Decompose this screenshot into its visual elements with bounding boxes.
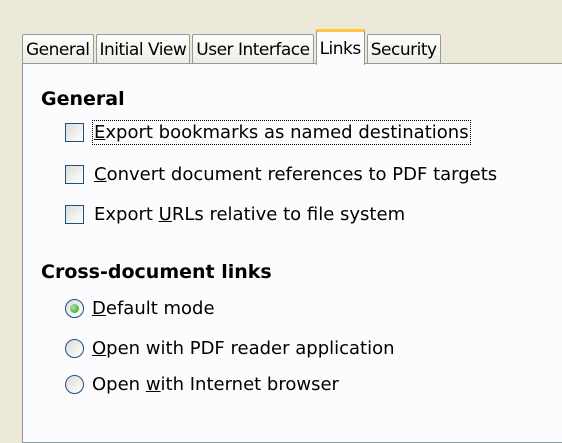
tab-security[interactable]: Security <box>366 34 441 64</box>
export-urls-relative-label: Export URLs relative to file system <box>94 204 406 225</box>
tab-general[interactable]: General <box>22 34 94 64</box>
default-mode-option[interactable]: Default mode <box>65 298 215 319</box>
open-pdf-reader-radio[interactable] <box>65 339 84 358</box>
open-internet-browser-radio[interactable] <box>65 375 84 394</box>
open-pdf-reader-label: Open with PDF reader application <box>92 338 395 359</box>
tab-initial-view[interactable]: Initial View <box>95 34 191 64</box>
export-bookmarks-checkbox[interactable] <box>65 123 84 142</box>
links-tab-panel: General Export bookmarks as named destin… <box>22 63 562 443</box>
export-urls-relative-option[interactable]: Export URLs relative to file system <box>65 204 405 225</box>
convert-references-label: Convert document references to PDF targe… <box>94 164 498 185</box>
general-section-title: General <box>41 88 125 110</box>
tab-strip: General Initial View User Interface Link… <box>22 28 443 65</box>
default-mode-radio[interactable] <box>65 299 84 318</box>
tab-user-interface[interactable]: User Interface <box>192 34 314 64</box>
cross-document-section-title: Cross-document links <box>41 261 272 283</box>
open-internet-browser-option[interactable]: Open with Internet browser <box>65 374 339 395</box>
export-urls-relative-checkbox[interactable] <box>65 205 84 224</box>
export-bookmarks-option[interactable]: Export bookmarks as named destinations <box>65 120 471 145</box>
convert-references-option[interactable]: Convert document references to PDF targe… <box>65 164 497 185</box>
convert-references-checkbox[interactable] <box>65 165 84 184</box>
pdf-options-dialog: General Initial View User Interface Link… <box>0 0 562 443</box>
export-bookmarks-label: Export bookmarks as named destinations <box>92 120 471 145</box>
default-mode-label: Default mode <box>92 298 215 319</box>
tab-links[interactable]: Links <box>315 29 365 65</box>
open-internet-browser-label: Open with Internet browser <box>92 374 339 395</box>
open-pdf-reader-option[interactable]: Open with PDF reader application <box>65 338 395 359</box>
